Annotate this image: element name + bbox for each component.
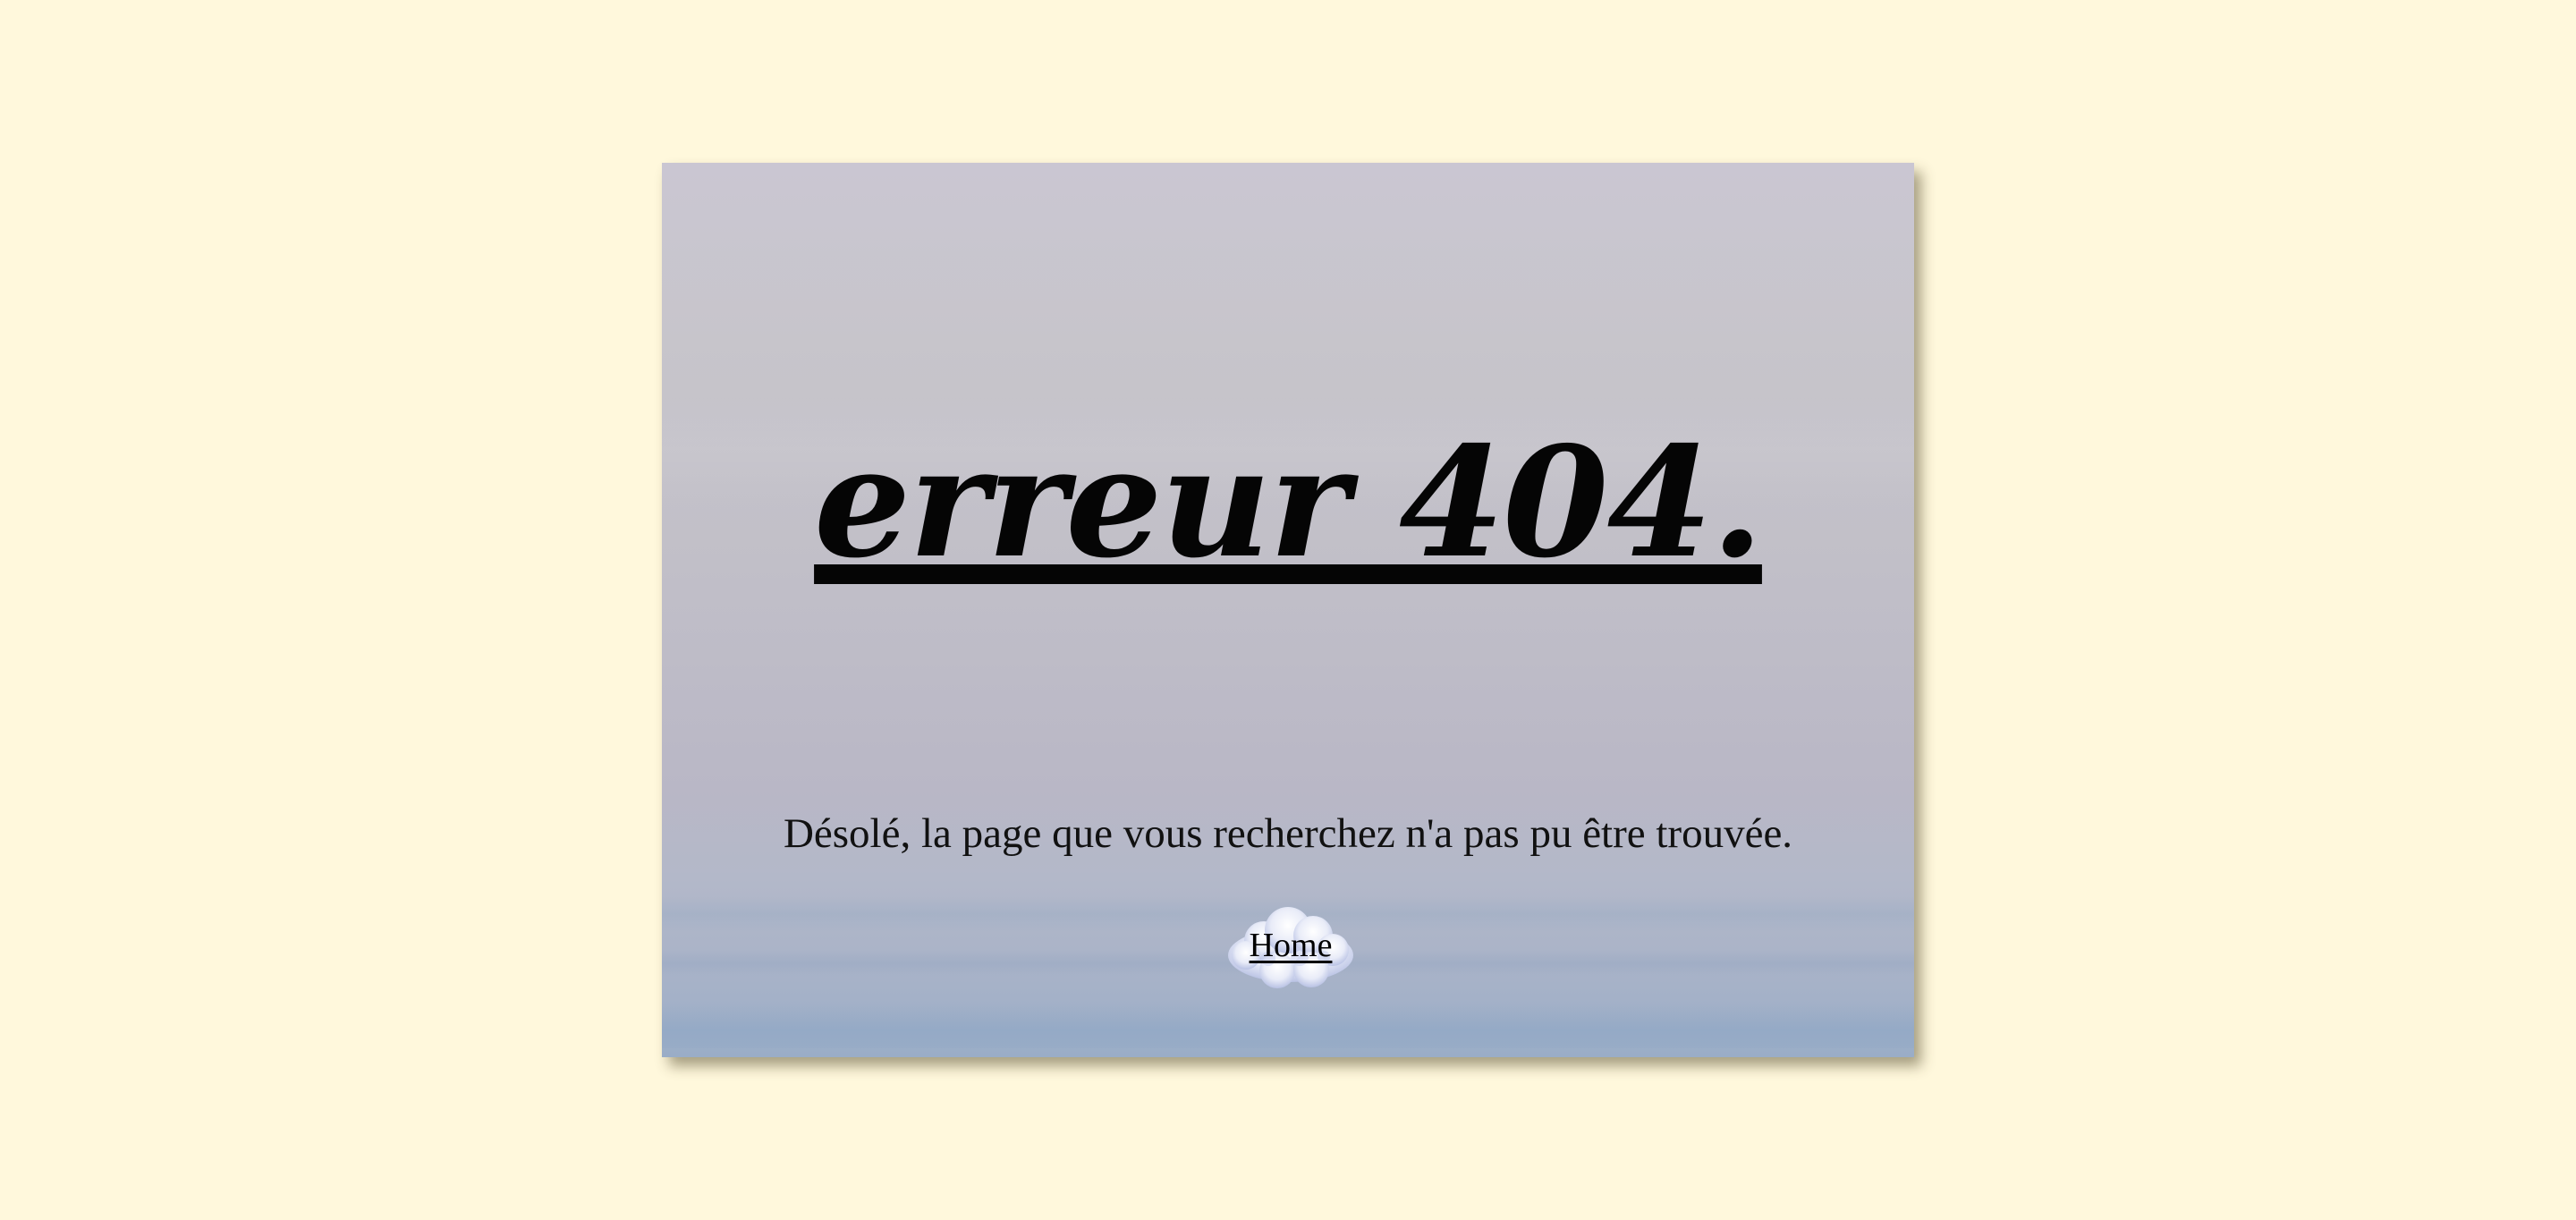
- error-message: Désolé, la page que vous recherchez n'a …: [783, 810, 1793, 857]
- home-link-container[interactable]: Home: [1224, 903, 1358, 993]
- error-title: erreur 404.: [814, 413, 1764, 592]
- error-card: erreur 404. Désolé, la page que vous rec…: [662, 163, 1914, 1057]
- page: erreur 404. Désolé, la page que vous rec…: [0, 0, 2576, 1220]
- home-link[interactable]: Home: [1224, 923, 1358, 968]
- sea-streak: [662, 1004, 1914, 1048]
